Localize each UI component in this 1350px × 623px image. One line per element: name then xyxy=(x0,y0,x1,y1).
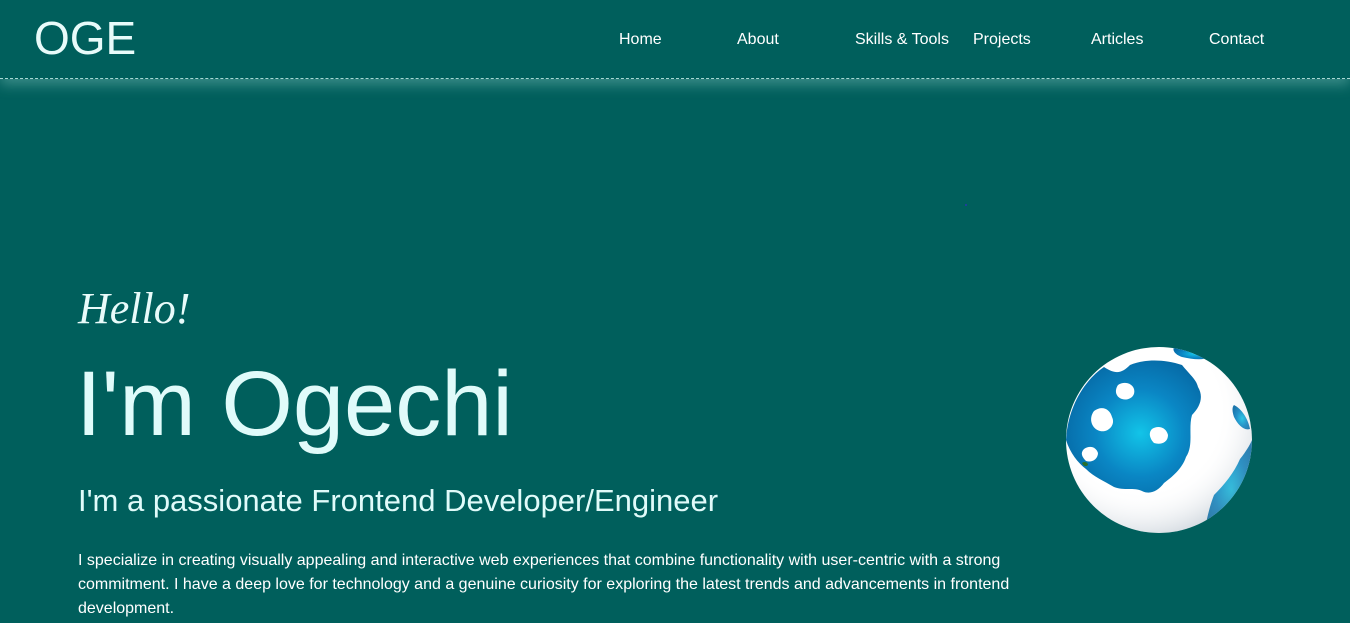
nav-link-projects[interactable]: Projects xyxy=(973,30,1031,50)
nav-link-about[interactable]: About xyxy=(737,30,779,50)
hero-description: I specialize in creating visually appeal… xyxy=(78,552,1010,617)
globe-illustration xyxy=(1066,347,1252,533)
hero-role: I'm a passionate Frontend Developer/Engi… xyxy=(78,483,719,518)
nav-link-skills-tools[interactable]: Skills & Tools xyxy=(855,30,949,50)
decorative-dot xyxy=(965,204,967,206)
nav-link-contact[interactable]: Contact xyxy=(1209,30,1264,50)
site-header: OGE Home About Skills & Tools Projects A… xyxy=(0,0,1350,79)
page: OGE Home About Skills & Tools Projects A… xyxy=(0,0,1350,623)
hero-greeting: Hello! xyxy=(78,284,191,333)
site-logo[interactable]: OGE xyxy=(34,12,136,64)
nav-link-articles[interactable]: Articles xyxy=(1091,30,1143,50)
hero-name: I'm Ogechi xyxy=(76,353,513,455)
nav-link-home[interactable]: Home xyxy=(619,30,662,50)
